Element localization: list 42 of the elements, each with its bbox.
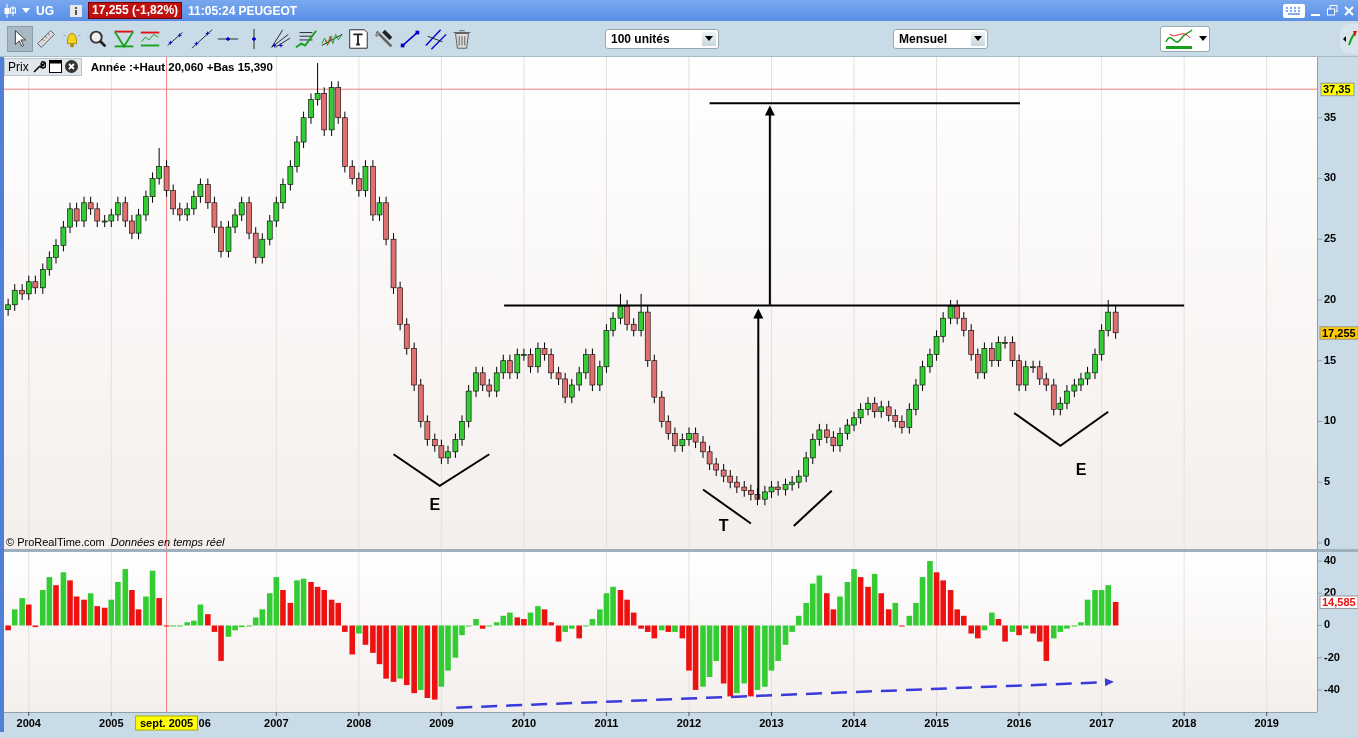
- axis-label: 2016: [1006, 717, 1032, 729]
- axis-label: 20: [1324, 292, 1337, 305]
- axis-label: 2007: [264, 717, 289, 729]
- realtime-data-note: Données en temps réel: [110, 536, 225, 548]
- copyright-text: © ProRealTime.com: [6, 536, 105, 548]
- axis-label: 2005: [99, 717, 124, 729]
- axis-label: 0: [1324, 535, 1331, 548]
- axis-label: 5: [1324, 475, 1331, 488]
- axis-label: 40: [1324, 554, 1337, 566]
- axis-label: 25: [1324, 232, 1337, 245]
- cursor-price-label: 37,35: [1320, 82, 1355, 97]
- axis-label: 15: [1324, 353, 1337, 366]
- axis-label: 0: [1324, 618, 1331, 631]
- instrument-name: PEUGEOT: [238, 3, 298, 18]
- axis-label: 35: [1324, 110, 1337, 123]
- axis-label: -40: [1324, 682, 1340, 695]
- axis-label: 30: [1324, 171, 1337, 184]
- axis-label: 2013: [759, 717, 784, 729]
- pattern-label: E: [429, 496, 441, 514]
- axis-label: 10: [1324, 414, 1337, 427]
- price-change-badge: 17,255 (-1,82%): [88, 2, 183, 19]
- pattern-label: T: [718, 516, 729, 534]
- axis-label: 2004: [16, 717, 41, 729]
- axis-label: 2011: [594, 717, 619, 729]
- axis-label: 2010: [511, 717, 537, 729]
- axis-label: 2009: [429, 717, 454, 729]
- cursor-date-label: sept. 2005: [135, 715, 199, 731]
- last-value-label: 14,585: [1319, 595, 1358, 609]
- symbol-label: UG: [36, 3, 54, 18]
- axis-label: -20: [1324, 650, 1340, 663]
- axis-label: 2018: [1171, 717, 1197, 729]
- axis-label: 2008: [346, 717, 372, 729]
- axis-label: 2015: [924, 717, 949, 729]
- axis-label: 2014: [841, 717, 867, 729]
- last-price-label: 17,255: [1319, 326, 1358, 340]
- axis-label: 2017: [1089, 717, 1114, 729]
- time-label: 11:05:24: [188, 3, 236, 18]
- axis-label: 2012: [676, 717, 702, 729]
- pattern-label: E: [1075, 460, 1087, 478]
- axis-label: 2019: [1254, 717, 1279, 729]
- axis-label: 06: [198, 717, 211, 729]
- period-high-low-text: Année :+Haut 20,060 +Bas 15,390: [90, 60, 273, 73]
